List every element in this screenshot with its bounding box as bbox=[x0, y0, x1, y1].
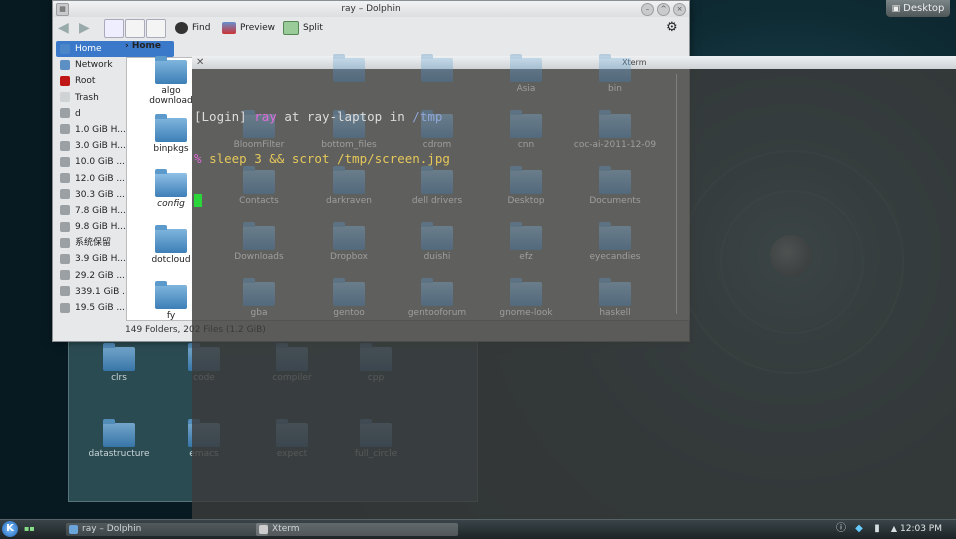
ghost-file-item: haskell bbox=[570, 278, 660, 318]
config-folder-icon bbox=[155, 169, 187, 197]
back-button[interactable]: ◀ bbox=[58, 20, 69, 36]
task-xterm[interactable]: Xterm bbox=[256, 523, 458, 536]
desktop-icon: ▣ bbox=[891, 4, 901, 14]
taskbar: K ▪▪ ray – Dolphin Xterm ⓘ ◆ ▮ ▲ 12:03 P… bbox=[0, 519, 956, 539]
drive-icon bbox=[60, 156, 70, 167]
folder-icon bbox=[103, 343, 135, 371]
ghost-file-item: cnn bbox=[481, 110, 571, 150]
drive-icon bbox=[60, 108, 70, 119]
folder-icon bbox=[599, 110, 631, 138]
breadcrumb[interactable]: › Home bbox=[125, 41, 161, 51]
drive-icon bbox=[60, 124, 70, 135]
terminal-icon bbox=[259, 525, 268, 534]
ghost-file-item: gnome-look bbox=[481, 278, 571, 318]
folder-icon bbox=[510, 54, 542, 82]
scrollbar[interactable] bbox=[676, 74, 685, 314]
dolphin-toolbar: ◀ ▶ Find Preview Split ⚙ bbox=[53, 17, 689, 39]
terminal-output: [Login] ray at ray-laptop in /tmp % slee… bbox=[194, 82, 450, 236]
columns-view-button[interactable] bbox=[146, 19, 166, 38]
drive-icon bbox=[60, 270, 70, 281]
home-icon bbox=[60, 43, 70, 54]
icons-view-button[interactable] bbox=[104, 19, 124, 38]
preview-icon bbox=[222, 21, 236, 34]
battery-icon[interactable]: ▮ bbox=[872, 523, 882, 535]
ghost-file-item: eyecandies bbox=[570, 222, 660, 262]
file-item[interactable]: datastructure bbox=[79, 419, 159, 459]
pager-icon[interactable]: ▪▪ bbox=[24, 523, 35, 535]
split-button[interactable]: Split bbox=[283, 20, 323, 36]
folder-icon bbox=[155, 56, 187, 84]
desktop-toolbox-button[interactable]: ▣ Desktop bbox=[886, 0, 950, 17]
folder-icon bbox=[421, 54, 453, 82]
drive-icon bbox=[60, 302, 70, 313]
drive-icon bbox=[60, 237, 70, 248]
file-item[interactable]: clrs bbox=[79, 343, 159, 383]
ghost-file-item bbox=[392, 54, 482, 84]
forward-button[interactable]: ▶ bbox=[79, 20, 90, 36]
drive-icon bbox=[60, 286, 70, 297]
folder-icon bbox=[103, 419, 135, 447]
dolphin-titlebar[interactable]: ▦ ray – Dolphin – ^ × bbox=[53, 1, 689, 17]
ghost-file-item: Documents bbox=[570, 166, 660, 206]
ghost-file-item bbox=[304, 54, 394, 84]
dolphin-icon bbox=[69, 525, 78, 534]
drive-icon bbox=[60, 253, 70, 264]
dropbox-icon[interactable]: ◆ bbox=[854, 523, 864, 535]
folder-icon bbox=[510, 166, 542, 194]
folder-icon bbox=[599, 222, 631, 250]
find-button[interactable]: Find bbox=[175, 20, 210, 36]
binoculars-icon bbox=[175, 21, 188, 34]
window-menu-icon[interactable]: ▦ bbox=[56, 3, 69, 16]
drive-icon bbox=[60, 173, 70, 183]
folder-icon bbox=[510, 222, 542, 250]
split-icon bbox=[283, 20, 299, 35]
xterm-window[interactable]: ✕ Xterm Asia bin BloomFilter bottom_files cd… bbox=[192, 54, 956, 520]
ghost-file-item: bin bbox=[570, 54, 660, 94]
cursor-line bbox=[194, 194, 450, 208]
minimize-button[interactable]: – bbox=[641, 3, 654, 16]
drive-icon bbox=[60, 189, 70, 200]
settings-wrench-icon[interactable]: ⚙ bbox=[666, 20, 678, 36]
details-view-button[interactable] bbox=[125, 19, 145, 38]
ghost-file-item: Desktop bbox=[481, 166, 571, 206]
root-folder-icon bbox=[60, 75, 70, 86]
drive-icon bbox=[60, 221, 70, 232]
task-dolphin[interactable]: ray – Dolphin bbox=[66, 523, 268, 536]
ghost-file-item: gentoo bbox=[304, 278, 394, 318]
folder-icon bbox=[421, 278, 453, 306]
folder-icon bbox=[155, 114, 187, 142]
folder-icon bbox=[155, 281, 187, 309]
folder-icon bbox=[333, 278, 365, 306]
folder-icon bbox=[510, 278, 542, 306]
ghost-file-item: gba bbox=[214, 278, 304, 318]
kde-menu-icon[interactable]: K bbox=[2, 521, 18, 537]
folder-icon bbox=[599, 278, 631, 306]
ghost-file-item: Asia bbox=[481, 54, 571, 94]
maximize-button[interactable]: ^ bbox=[657, 3, 670, 16]
network-icon bbox=[60, 59, 70, 70]
folder-icon bbox=[155, 225, 187, 253]
ghost-file-item: gentooforum bbox=[392, 278, 482, 318]
folder-icon bbox=[333, 54, 365, 82]
window-title: ray – Dolphin bbox=[341, 4, 401, 14]
drive-icon bbox=[60, 140, 70, 151]
trash-icon bbox=[60, 92, 70, 103]
folder-icon bbox=[510, 110, 542, 138]
drive-icon bbox=[60, 205, 70, 216]
preview-button[interactable]: Preview bbox=[222, 20, 275, 36]
folder-icon bbox=[243, 278, 275, 306]
info-icon[interactable]: ⓘ bbox=[836, 523, 846, 535]
clock: 12:03 PM bbox=[900, 524, 942, 534]
prompt-line: [Login] ray at ray-laptop in /tmp bbox=[194, 109, 443, 124]
expand-tray-icon[interactable]: ▲ bbox=[889, 523, 899, 535]
close-button[interactable]: × bbox=[673, 3, 686, 16]
ghost-file-item: efz bbox=[481, 222, 571, 262]
ghost-file-item: coc-ai-2011-12-09 bbox=[570, 110, 660, 150]
close-icon[interactable]: ✕ bbox=[196, 57, 204, 68]
folder-icon bbox=[599, 54, 631, 82]
command-line: % sleep 3 && scrot /tmp/screen.jpg bbox=[194, 151, 450, 166]
terminal-cursor bbox=[194, 194, 202, 207]
folder-icon bbox=[599, 166, 631, 194]
